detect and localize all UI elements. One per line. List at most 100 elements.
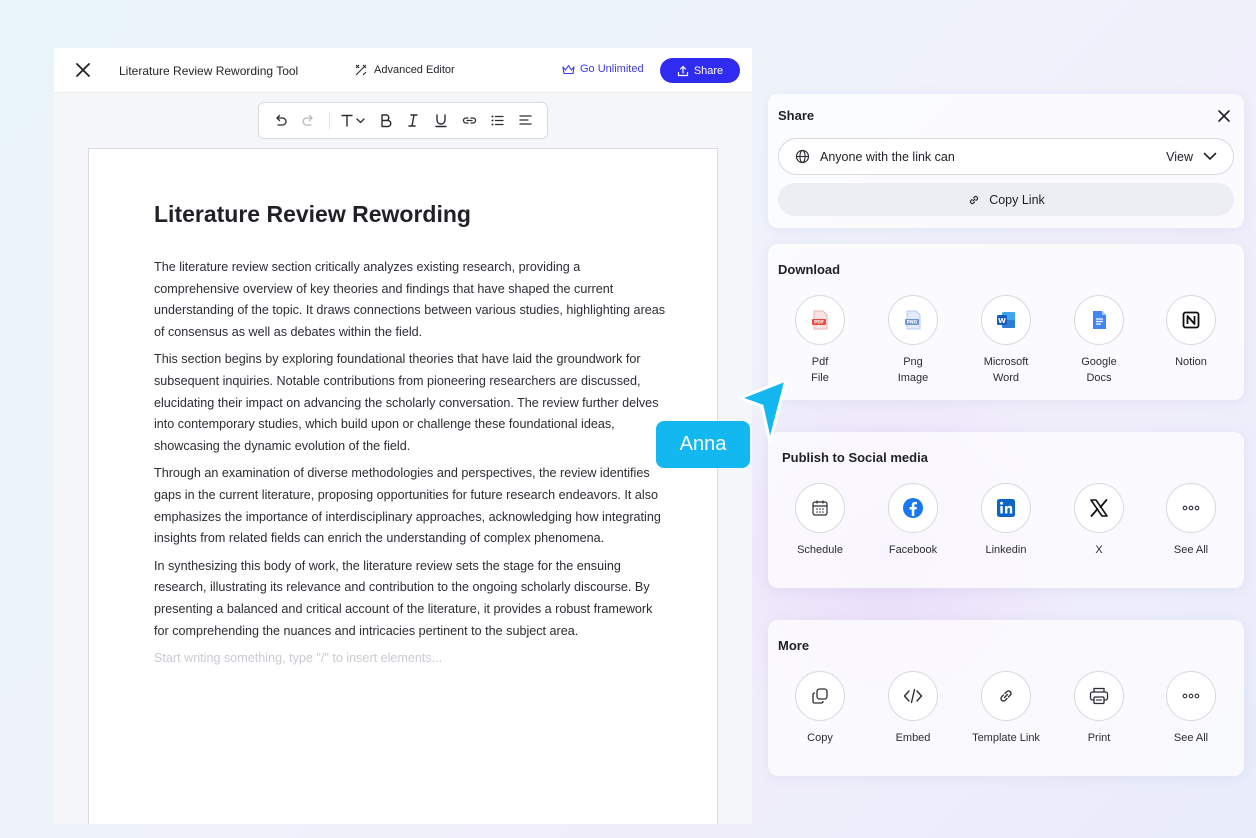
social-options: Schedule Facebook Linkedin X See All <box>768 483 1244 583</box>
x-button[interactable]: X <box>1053 483 1145 558</box>
collaborator-cursor-label: Anna <box>656 421 750 468</box>
linkedin-icon <box>981 483 1031 533</box>
paragraph[interactable]: The literature review section critically… <box>154 257 669 343</box>
download-item-label: Google Docs <box>1081 356 1117 384</box>
globe-icon <box>795 149 810 164</box>
document-page[interactable]: Literature Review Rewording The literatu… <box>88 148 718 824</box>
share-panel: Share Anyone with the link can View Copy… <box>768 94 1244 228</box>
more-dots-icon <box>1166 671 1216 721</box>
link-icon <box>462 117 476 124</box>
bullet-list-icon <box>491 115 504 126</box>
more-item-label: Print <box>1087 732 1111 744</box>
download-word-button[interactable]: W Microsoft Word <box>960 295 1052 386</box>
google-docs-icon <box>1074 295 1124 345</box>
png-image-icon: PNG <box>888 295 938 345</box>
paragraph[interactable]: Through an examination of diverse method… <box>154 463 669 549</box>
underline-button[interactable] <box>427 107 455 135</box>
share-button-label: Share <box>693 64 724 77</box>
copy-icon <box>795 671 845 721</box>
more-panel-title: More <box>778 638 810 653</box>
bold-icon <box>380 114 392 128</box>
calendar-icon <box>795 483 845 533</box>
bullet-list-button[interactable] <box>483 107 511 135</box>
tools-icon <box>355 64 367 76</box>
more-options: Copy Embed Template Link Print See All <box>768 671 1244 771</box>
document-title: Literature Review Rewording Tool <box>119 64 299 78</box>
italic-icon <box>408 114 419 127</box>
svg-text:PDF: PDF <box>814 320 824 326</box>
link-icon <box>981 671 1031 721</box>
redo-icon <box>302 114 313 126</box>
undo-button[interactable] <box>267 107 295 135</box>
print-button[interactable]: Print <box>1053 671 1145 746</box>
more-dots-icon <box>1166 483 1216 533</box>
upload-icon <box>677 65 688 76</box>
align-button[interactable] <box>511 107 539 135</box>
download-panel: Download PDF Pdf File PNG Png Image W Mi… <box>768 244 1244 400</box>
x-icon <box>1074 483 1124 533</box>
more-see-all-button[interactable]: See All <box>1145 671 1237 746</box>
copy-link-button[interactable]: Copy Link <box>778 183 1234 216</box>
editor-placeholder[interactable]: Start writing something, type "/" to ins… <box>154 648 669 670</box>
embed-button[interactable]: Embed <box>867 671 959 746</box>
copy-button[interactable]: Copy <box>774 671 866 746</box>
link-access-select[interactable]: Anyone with the link can View <box>778 138 1234 175</box>
download-panel-title: Download <box>778 262 841 277</box>
link-access-label: Anyone with the link can <box>820 149 955 164</box>
underline-icon <box>435 114 448 128</box>
redo-button[interactable] <box>295 107 323 135</box>
download-notion-button[interactable]: Notion <box>1145 295 1237 370</box>
download-item-label: Pdf File <box>811 356 829 384</box>
notion-icon <box>1166 295 1216 345</box>
advanced-editor-label: Advanced Editor <box>374 64 455 76</box>
paragraph[interactable]: This section begins by exploring foundat… <box>154 349 669 457</box>
undo-icon <box>276 114 288 126</box>
share-button[interactable]: Share <box>660 58 740 83</box>
svg-text:W: W <box>998 317 1006 325</box>
editor-window: Literature Review Rewording Tool Advance… <box>54 48 752 824</box>
crown-icon <box>562 64 575 74</box>
social-see-all-button[interactable]: See All <box>1145 483 1237 558</box>
download-options: PDF Pdf File PNG Png Image W Microsoft W… <box>768 295 1244 395</box>
social-item-label: See All <box>1173 544 1209 556</box>
download-png-button[interactable]: PNG Png Image <box>867 295 959 386</box>
go-unlimited-label: Go Unlimited <box>580 63 644 75</box>
svg-text:PNG: PNG <box>907 320 918 326</box>
download-item-label: Png Image <box>897 356 929 384</box>
text-type-icon <box>341 114 365 127</box>
facebook-button[interactable]: Facebook <box>867 483 959 558</box>
download-item-label: Microsoft Word <box>983 356 1029 384</box>
chevron-down-icon <box>1203 152 1217 161</box>
go-unlimited-button[interactable]: Go Unlimited <box>562 63 644 75</box>
document-heading[interactable]: Literature Review Rewording <box>154 201 471 228</box>
pdf-file-icon: PDF <box>795 295 845 345</box>
schedule-button[interactable]: Schedule <box>774 483 866 558</box>
download-google-docs-button[interactable]: Google Docs <box>1053 295 1145 386</box>
copy-link-label: Copy Link <box>989 192 1045 207</box>
social-item-label: Schedule <box>797 544 843 556</box>
toolbar-divider <box>328 111 330 130</box>
close-icon[interactable] <box>1216 108 1232 124</box>
document-body[interactable]: The literature review section critically… <box>154 257 669 676</box>
advanced-editor-button[interactable]: Advanced Editor <box>354 63 455 77</box>
paragraph[interactable]: In synthesizing this body of work, the l… <box>154 556 669 642</box>
more-panel: More Copy Embed Template Link Print See … <box>768 620 1244 776</box>
social-media-panel: Publish to Social media Schedule Faceboo… <box>768 432 1244 588</box>
social-item-label: Linkedin <box>985 544 1027 556</box>
permission-dropdown[interactable]: View <box>1166 150 1217 164</box>
link-icon <box>970 195 979 204</box>
bold-button[interactable] <box>372 107 400 135</box>
download-item-label: Notion <box>1175 356 1207 368</box>
more-item-label: Template Link <box>972 732 1040 744</box>
download-pdf-button[interactable]: PDF Pdf File <box>774 295 866 386</box>
italic-button[interactable] <box>400 107 428 135</box>
linkedin-button[interactable]: Linkedin <box>960 483 1052 558</box>
share-panel-title: Share <box>778 108 815 123</box>
more-item-label: Copy <box>807 732 833 744</box>
text-style-dropdown[interactable] <box>336 107 372 135</box>
social-panel-title: Publish to Social media <box>782 450 928 465</box>
social-item-label: Facebook <box>888 544 938 556</box>
close-icon[interactable] <box>74 61 92 79</box>
link-button[interactable] <box>455 107 483 135</box>
template-link-button[interactable]: Template Link <box>960 671 1052 746</box>
